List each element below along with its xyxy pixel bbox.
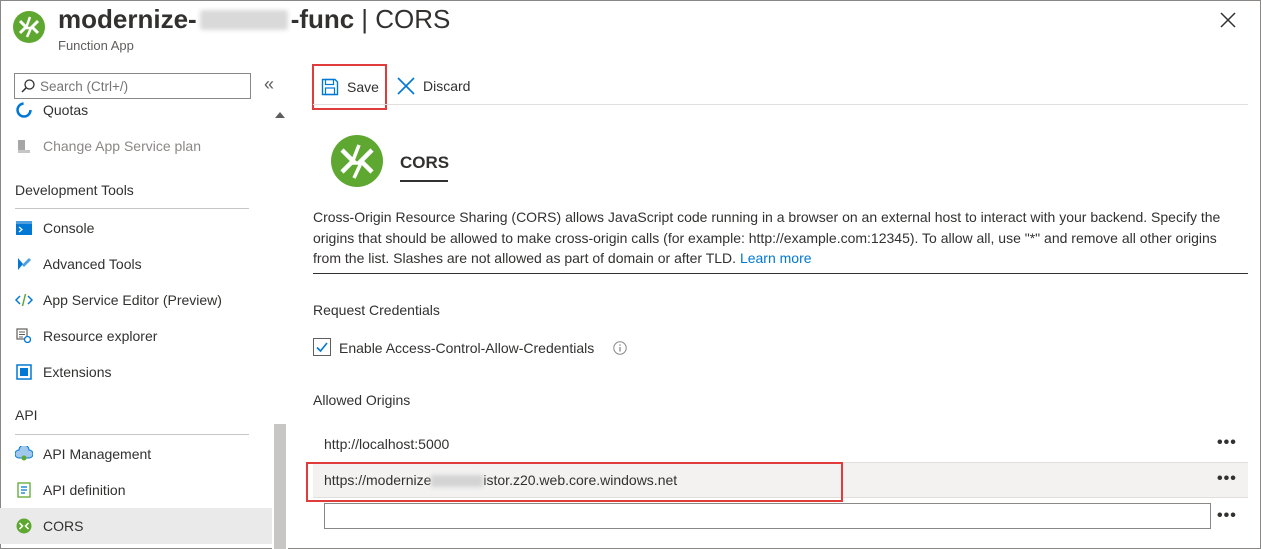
sidebar-item-label: Change App Service plan (43, 138, 201, 154)
discard-button-label: Discard (423, 78, 471, 94)
divider (15, 208, 249, 209)
search-box[interactable] (14, 73, 251, 99)
title-suffix: -func (290, 4, 355, 34)
sidebar-item-label: CORS (43, 518, 84, 534)
close-icon[interactable] (1218, 10, 1238, 30)
scroll-up-arrow-icon[interactable] (275, 112, 285, 118)
api-management-icon (15, 445, 33, 463)
title-underline (400, 180, 448, 182)
sidebar-item-quotas[interactable]: Quotas (0, 102, 272, 128)
sidebar-item-resource-explorer[interactable]: Resource explorer (0, 318, 272, 354)
console-icon (15, 219, 33, 237)
sidebar-item-app-service-editor[interactable]: App Service Editor (Preview) (0, 282, 272, 318)
group-label-api: API (15, 407, 38, 423)
page-subtitle: Function App (58, 38, 134, 53)
sidebar-item-api-management[interactable]: API Management (0, 436, 272, 472)
origin-row[interactable]: http://localhost:5000 (313, 427, 1248, 461)
sidebar-item-label: API Management (43, 446, 152, 462)
sidebar-item-extensions[interactable]: Extensions (0, 354, 272, 390)
more-options-button[interactable]: ••• (1217, 507, 1237, 525)
credentials-checkbox-label: Enable Access-Control-Allow-Credentials (339, 340, 595, 356)
sidebar-item-console[interactable]: Console (0, 210, 272, 246)
quotas-icon (15, 102, 33, 119)
title-page: | CORS (361, 4, 451, 34)
sidebar-item-label: Resource explorer (43, 328, 158, 344)
sidebar-item-label: App Service Editor (Preview) (43, 292, 222, 308)
function-app-icon (13, 11, 45, 43)
divider (15, 434, 249, 435)
advanced-tools-icon (15, 255, 33, 273)
sidebar-item-advanced-tools[interactable]: Advanced Tools (0, 246, 272, 282)
cors-description: Cross-Origin Resource Sharing (CORS) all… (313, 207, 1248, 269)
sidebar-item-change-app-service-plan[interactable]: Change App Service plan (0, 128, 272, 164)
discard-button[interactable]: Discard (396, 75, 470, 97)
sidebar-item-label: Advanced Tools (43, 256, 142, 272)
learn-more-link[interactable]: Learn more (740, 250, 812, 266)
sidebar-item-cors[interactable]: CORS (0, 508, 272, 544)
section-title: CORS (400, 153, 450, 172)
toolbar-divider (313, 104, 1248, 105)
more-options-button[interactable]: ••• (1217, 470, 1237, 488)
page-title: modernize- -func | CORS (58, 4, 450, 35)
sidebar-item-label: Console (43, 220, 95, 236)
cors-icon (15, 517, 33, 535)
group-label-development-tools: Development Tools (15, 182, 134, 198)
sidebar-nav: Quotas Change App Service plan Developme… (0, 102, 272, 549)
allowed-origins-label: Allowed Origins (313, 392, 411, 408)
scrollbar-thumb[interactable] (274, 424, 286, 549)
code-editor-icon (15, 291, 33, 309)
info-icon[interactable] (613, 341, 627, 355)
description-divider (313, 273, 1248, 274)
resource-explorer-icon (15, 327, 33, 345)
checkmark-icon (316, 342, 328, 353)
extensions-icon (15, 363, 33, 381)
discard-icon (397, 77, 415, 95)
sidebar-item-api-definition[interactable]: API definition (0, 472, 272, 508)
change-plan-icon (15, 137, 33, 155)
sidebar-item-label: Extensions (43, 364, 112, 380)
new-origin-input[interactable] (324, 503, 1211, 529)
save-icon (321, 78, 339, 96)
more-options-button[interactable]: ••• (1217, 434, 1237, 452)
search-icon (21, 79, 35, 93)
credentials-checkbox[interactable] (313, 338, 331, 356)
highlight-box (306, 462, 843, 502)
redacted-text (199, 10, 288, 30)
api-definition-icon (15, 481, 33, 499)
sidebar-item-label: API definition (43, 482, 126, 498)
sidebar-item-label: Quotas (43, 102, 89, 118)
cors-logo-icon (331, 135, 383, 187)
origin-value: http://localhost:5000 (324, 436, 450, 452)
title-prefix: modernize- (58, 4, 197, 34)
search-input[interactable] (40, 78, 240, 94)
save-button-label: Save (347, 79, 379, 95)
request-credentials-label: Request Credentials (313, 302, 440, 318)
collapse-sidebar-button[interactable]: « (264, 74, 274, 95)
